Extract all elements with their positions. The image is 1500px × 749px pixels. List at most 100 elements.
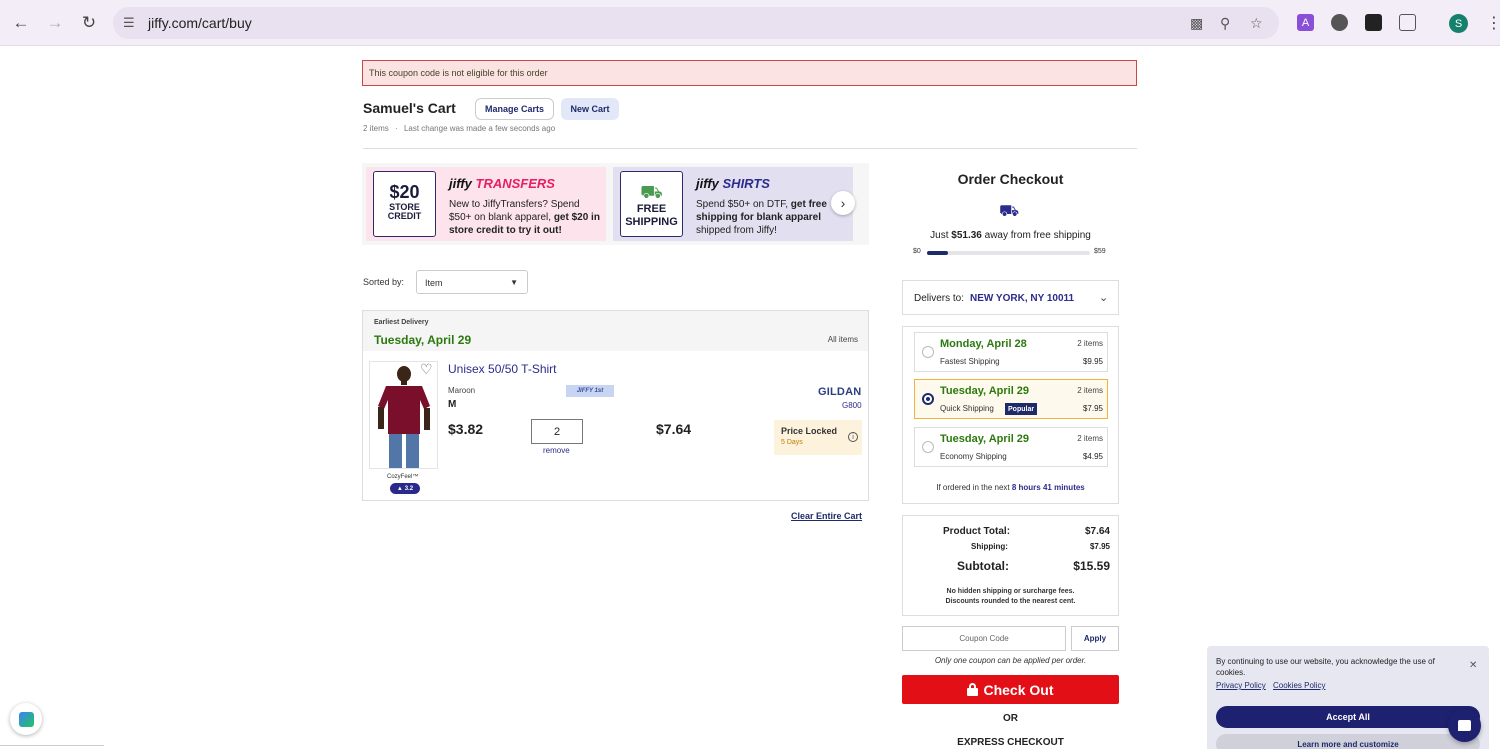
bookmark-star-icon[interactable]: ☆	[1250, 15, 1263, 32]
sort-select[interactable]: Item ▼	[416, 270, 528, 294]
manage-carts-button[interactable]: Manage Carts	[475, 98, 554, 120]
chat-icon[interactable]	[1448, 709, 1481, 742]
line-total-price: $7.64	[656, 421, 692, 437]
shipping-value: $7.95	[1089, 542, 1110, 551]
forward-icon[interactable]: →	[43, 11, 67, 35]
header-divider	[363, 148, 1137, 149]
product-color: Maroon	[448, 386, 476, 395]
option-date: Tuesday, April 29	[940, 385, 1030, 397]
zoom-icon[interactable]: ⚲	[1220, 15, 1230, 32]
fabric-label: CozyFeel™	[387, 474, 419, 480]
back-icon[interactable]: ←	[9, 11, 33, 35]
rating-value: 3.2	[404, 485, 414, 492]
extension-bot-icon[interactable]	[1331, 14, 1348, 31]
all-items-label: All items	[827, 335, 858, 344]
unit-price: $3.82	[448, 421, 484, 437]
brand-shirts: SHIRTS	[722, 176, 770, 191]
sort-label: Sorted by:	[363, 277, 405, 287]
delivers-to-value: NEW YORK, NY 10011	[970, 293, 1075, 304]
product-name-link[interactable]: Unisex 50/50 T-Shirt	[448, 362, 557, 376]
rating-badge: ▲ 3.2	[390, 483, 420, 494]
remove-item-link[interactable]: remove	[543, 446, 570, 455]
rounding-note: Discounts rounded to the nearest cent.	[945, 598, 1076, 605]
extensions-puzzle-icon[interactable]	[1399, 14, 1416, 31]
product-total-label: Product Total:	[943, 526, 1011, 537]
wishlist-heart-icon[interactable]: ♡	[420, 361, 433, 378]
radio-button-selected[interactable]	[922, 393, 934, 405]
close-icon[interactable]: ✕	[1469, 660, 1477, 671]
accept-all-button[interactable]: Accept All	[1216, 706, 1480, 728]
carousel-next-chevron-icon[interactable]: ›	[831, 191, 855, 215]
earliest-delivery-label: Earliest Delivery	[374, 319, 429, 326]
cookie-text: By continuing to use our website, you ac…	[1216, 657, 1435, 677]
cart-item-count: 2 items	[363, 124, 389, 133]
brand-logo: GILDAN	[818, 386, 862, 398]
cart-meta: 2 items · Last change was made a few sec…	[363, 124, 555, 133]
order-checkout-title: Order Checkout	[957, 171, 1064, 187]
reload-icon[interactable]: ↻	[77, 11, 101, 35]
coupon-code-input[interactable]: Coupon Code	[902, 626, 1066, 651]
profile-avatar[interactable]: S	[1449, 14, 1468, 33]
progress-fill	[927, 251, 949, 255]
promo-card-transfers[interactable]: $20 STORE CREDIT jiffy TRANSFERS New to …	[366, 167, 606, 241]
learn-more-button[interactable]: Learn more and customize	[1216, 734, 1480, 749]
install-app-icon[interactable]: ▩	[1190, 15, 1203, 32]
cookies-policy-link[interactable]: Cookies Policy	[1273, 681, 1325, 690]
order-cutoff-message: If ordered in the next 8 hours 41 minute…	[903, 483, 1118, 492]
tshirt-model-image	[370, 362, 437, 468]
cutoff-prefix: If ordered in the next	[936, 483, 1012, 492]
jiffy-first-tag: JIFFY 1st	[566, 385, 614, 397]
site-settings-icon[interactable]: ☰	[123, 15, 135, 31]
shipping-option-fastest[interactable]: Monday, April 28 2 items Fastest Shippin…	[914, 332, 1108, 372]
extension-a-icon[interactable]: A	[1297, 14, 1314, 31]
shipping-option-economy[interactable]: Tuesday, April 29 2 items Economy Shippi…	[914, 427, 1108, 467]
shipping-truck-icon: ⛟	[999, 203, 1020, 220]
browser-toolbar: ← → ↻ ☰ jiffy.com/cart/buy ▩ ⚲ ☆ A S ⋮	[0, 0, 1500, 46]
brand-transfers: TRANSFERS	[475, 176, 555, 191]
delivery-location-select[interactable]: Delivers to: NEW YORK, NY 10011 ⌄	[902, 280, 1119, 315]
promo-card-shirts[interactable]: ⛟ FREE SHIPPING jiffy SHIRTS Spend $50+ …	[613, 167, 853, 241]
clear-cart-link[interactable]: Clear Entire Cart	[791, 511, 862, 521]
shipping-label: Shipping:	[971, 542, 1008, 551]
option-price: $9.95	[1082, 357, 1103, 366]
free-ship-suffix: away from free shipping	[981, 230, 1091, 241]
rating-up-icon: ▲	[396, 485, 403, 492]
price-locked-title: Price Locked	[781, 426, 838, 436]
sort-value: Item	[425, 278, 443, 288]
credit-amount: $20	[389, 182, 420, 202]
checkout-button[interactable]: Check Out	[902, 675, 1119, 704]
option-date: Monday, April 28	[940, 338, 1027, 350]
info-icon[interactable]: i	[848, 432, 858, 442]
radio-button[interactable]	[922, 441, 934, 453]
brand-jiffy: jiffy	[696, 176, 719, 191]
extension-square-icon[interactable]	[1365, 14, 1382, 31]
apply-coupon-button[interactable]: Apply	[1071, 626, 1119, 651]
free-line: FREE	[636, 203, 667, 215]
cart-title: Samuel's Cart	[363, 100, 456, 116]
radio-button[interactable]	[922, 346, 934, 358]
progress-max-label: $59	[1094, 248, 1106, 255]
shipping-option-quick[interactable]: Tuesday, April 29 2 items Quick Shipping…	[914, 379, 1108, 419]
new-cart-button[interactable]: New Cart	[561, 98, 619, 120]
address-bar[interactable]: ☰ jiffy.com/cart/buy ▩ ⚲ ☆	[113, 7, 1279, 39]
free-ship-prefix: Just	[930, 230, 952, 241]
quantity-input[interactable]: 2	[531, 419, 583, 444]
coupon-note: Only one coupon can be applied per order…	[934, 656, 1087, 665]
coupon-error-alert: This coupon code is not eligible for thi…	[362, 60, 1137, 86]
assistant-launcher-icon[interactable]	[10, 703, 42, 735]
option-price: $7.95	[1082, 404, 1103, 413]
transfers-brand: jiffy TRANSFERS	[449, 176, 555, 191]
free-ship-amount: $51.36	[951, 230, 982, 241]
delivery-group: Earliest Delivery Tuesday, April 29 All …	[362, 310, 869, 501]
brand-jiffy: jiffy	[449, 176, 472, 191]
delivery-truck-icon: ⛟	[640, 182, 663, 202]
style-code: G800	[842, 401, 862, 410]
chevron-down-icon: ⌄	[1099, 292, 1109, 304]
delivers-to-label: Delivers to:	[914, 293, 965, 304]
shirts-promo-text: Spend $50+ on DTF, get free shipping for…	[696, 198, 851, 237]
browser-menu-icon[interactable]: ⋮	[1486, 13, 1500, 33]
option-method: Quick Shipping	[940, 404, 994, 413]
privacy-policy-link[interactable]: Privacy Policy	[1216, 681, 1266, 690]
product-total-value: $7.64	[1084, 526, 1110, 537]
express-checkout-heading: EXPRESS CHECKOUT	[957, 737, 1064, 748]
